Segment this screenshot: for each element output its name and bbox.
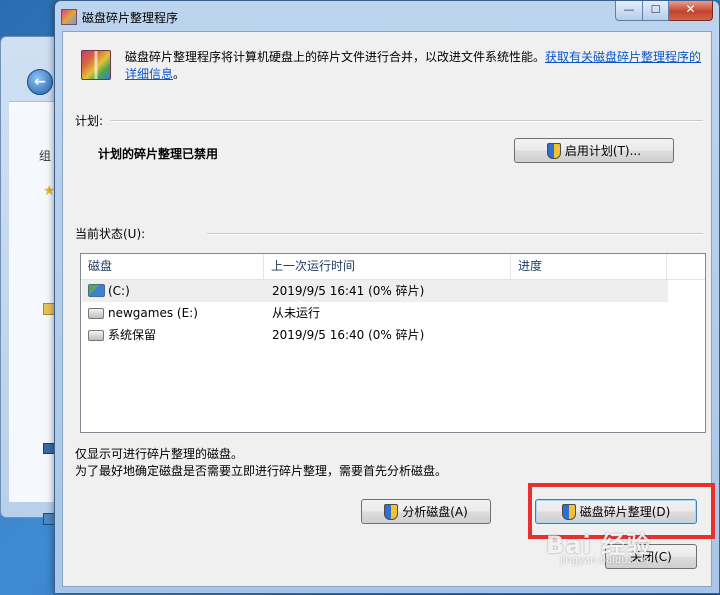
maximize-button[interactable]: ☐ xyxy=(643,1,669,21)
annotation-highlight-box xyxy=(528,483,715,539)
disk-last-run: 2019/9/5 16:40 (0% 碎片) xyxy=(272,328,425,342)
description-text: 磁盘碎片整理程序将计算机硬盘上的碎片文件进行合并，以改进文件系统性能。 xyxy=(125,50,546,64)
analyze-disk-button[interactable]: 分析磁盘(A) xyxy=(361,499,491,524)
disk-list[interactable]: 磁盘 上一次运行时间 进度 (C:) 2019/9/5 16:41 (0% 碎片… xyxy=(80,253,706,433)
column-header-progress[interactable]: 进度 xyxy=(511,254,667,279)
description-trailing: 。 xyxy=(173,67,186,81)
title-bar[interactable]: 磁盘碎片整理程序 — ☐ ✕ xyxy=(55,1,719,31)
close-window-button[interactable]: ✕ xyxy=(669,1,713,21)
column-header-last-run[interactable]: 上一次运行时间 xyxy=(264,254,511,279)
disk-list-header: 磁盘 上一次运行时间 进度 xyxy=(81,254,705,280)
uac-shield-icon xyxy=(384,503,399,520)
window-title: 磁盘碎片整理程序 xyxy=(82,11,179,25)
background-nav-fragment: 组 xyxy=(39,149,52,163)
enable-schedule-button[interactable]: 启用计划(T)... xyxy=(514,138,674,163)
caption-buttons: — ☐ ✕ xyxy=(615,1,713,21)
disk-name: newgames (E:) xyxy=(108,306,198,320)
disk-row-reserved[interactable]: 系统保留 2019/9/5 16:40 (0% 碎片) xyxy=(82,324,668,346)
current-status-label: 当前状态(U): xyxy=(75,227,146,241)
disk-last-run: 2019/9/5 16:41 (0% 碎片) xyxy=(272,284,425,298)
defrag-window: 磁盘碎片整理程序 — ☐ ✕ 磁盘碎片整理程序将计算机硬盘上的碎片文件进行合并，… xyxy=(54,0,720,594)
drive-icon xyxy=(88,330,104,341)
disk-last-run: 从未运行 xyxy=(272,306,321,320)
disk-row-c[interactable]: (C:) 2019/9/5 16:41 (0% 碎片) xyxy=(82,280,668,302)
app-title-icon xyxy=(61,9,77,25)
uac-shield-icon xyxy=(546,142,561,159)
baidu-watermark-url: jingyan.baidu.com xyxy=(560,555,653,566)
disk-row-e[interactable]: newgames (E:) 从未运行 xyxy=(82,302,668,324)
schedule-divider xyxy=(111,120,703,122)
note-line-2: 为了最好地确定磁盘是否需要立即进行碎片整理，需要首先分析磁盘。 xyxy=(75,464,448,478)
back-arrow-icon[interactable]: ← xyxy=(27,69,53,95)
client-area: 磁盘碎片整理程序将计算机硬盘上的碎片文件进行合并，以改进文件系统性能。获取有关磁… xyxy=(62,31,715,587)
disk-name: 系统保留 xyxy=(108,328,157,342)
note-line-1: 仅显示可进行碎片整理的磁盘。 xyxy=(75,447,244,461)
column-header-disk[interactable]: 磁盘 xyxy=(81,254,264,279)
schedule-label: 计划: xyxy=(75,114,104,128)
description: 磁盘碎片整理程序将计算机硬盘上的碎片文件进行合并，以改进文件系统性能。获取有关磁… xyxy=(125,49,705,83)
system-drive-icon xyxy=(88,284,105,297)
analyze-disk-label: 分析磁盘(A) xyxy=(402,505,468,519)
status-divider xyxy=(207,233,703,235)
drive-icon xyxy=(88,308,104,319)
defrag-app-icon xyxy=(81,50,111,80)
enable-schedule-label: 启用计划(T)... xyxy=(564,144,642,158)
minimize-button[interactable]: — xyxy=(615,1,643,21)
schedule-status: 计划的碎片整理已禁用 xyxy=(98,147,219,161)
disk-name: (C:) xyxy=(108,284,130,298)
